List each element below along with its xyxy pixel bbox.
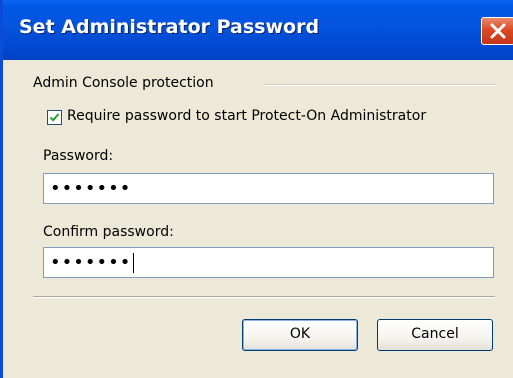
title-bar[interactable]: Set Administrator Password (3, 0, 513, 60)
password-label: Password: (43, 148, 114, 164)
cancel-button[interactable]: Cancel (377, 319, 493, 351)
require-password-checkbox[interactable] (47, 110, 62, 125)
close-icon (490, 23, 506, 39)
button-separator (33, 296, 495, 298)
ok-button[interactable]: OK (242, 319, 358, 351)
group-divider (263, 84, 495, 86)
group-label: Admin Console protection (33, 75, 214, 91)
text-caret (133, 253, 135, 273)
dialog-title: Set Administrator Password (19, 16, 320, 38)
confirm-password-field[interactable]: ••••••• (43, 247, 494, 278)
checkmark-icon (49, 113, 60, 122)
dialog-content: Admin Console protection Require passwor… (6, 60, 513, 378)
confirm-password-label: Confirm password: (43, 224, 174, 240)
confirm-password-value: ••••••• (50, 252, 132, 273)
password-value: ••••••• (50, 178, 132, 199)
require-password-label[interactable]: Require password to start Protect-On Adm… (67, 108, 426, 124)
dialog-window: Set Administrator Password Admin Console… (0, 0, 513, 378)
password-field[interactable]: ••••••• (43, 173, 494, 204)
close-button[interactable] (481, 17, 513, 45)
